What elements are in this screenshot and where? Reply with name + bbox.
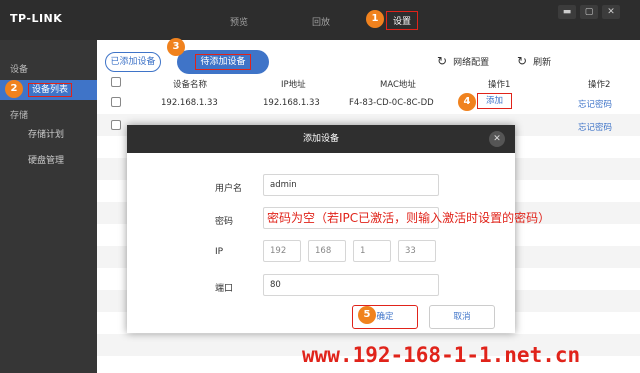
tab-playback[interactable]: 回放	[312, 15, 330, 28]
mac-cell: F4-83-CD-0C-8C-DD	[349, 98, 434, 108]
network-config-label: 网络配置	[453, 58, 490, 68]
table-row: 192.168.1.33 192.168.1.33 F4-83-CD-0C-8C…	[97, 91, 640, 113]
add-link-label: 添加	[477, 93, 513, 109]
cancel-button[interactable]: 取消	[429, 305, 495, 329]
header-device-name: 设备名称	[173, 80, 208, 90]
add-device-link[interactable]: 添加	[477, 93, 513, 109]
added-devices-tab[interactable]: 已添加设备	[105, 52, 161, 72]
header-op1: 操作1	[488, 80, 511, 90]
sidebar-item-disk-management[interactable]: 硬盘管理	[0, 151, 97, 171]
ip-octet-1-input[interactable]: 192	[263, 240, 301, 262]
header-ip: IP地址	[281, 80, 306, 90]
port-input[interactable]: 80	[263, 274, 439, 296]
network-config-button[interactable]: ↻ 网络配置	[437, 54, 489, 68]
close-icon[interactable]: ✕	[489, 131, 505, 147]
refresh-label: 刷新	[533, 58, 552, 68]
app-logo: TP-LINK	[10, 12, 63, 25]
forgot-password-link[interactable]: 忘记密码	[578, 121, 612, 133]
sidebar-group-device: 设备	[10, 65, 29, 75]
username-label: 用户名	[215, 184, 243, 194]
password-label: 密码	[215, 217, 234, 227]
add-device-dialog: 添加设备 ✕ 用户名 admin 密码 密码为空（若IPC已激活，则输入激活时设…	[127, 125, 550, 333]
minimize-button[interactable]: ▬	[558, 5, 576, 19]
row-checkbox[interactable]	[111, 120, 121, 130]
ip-octet-2-input[interactable]: 168	[308, 240, 346, 262]
username-input[interactable]: admin	[263, 174, 439, 196]
sidebar-item-label: 设备列表	[28, 83, 73, 97]
step-marker-2: 2	[5, 80, 23, 98]
step-marker-5: 5	[358, 306, 376, 324]
pending-devices-label: 待添加设备	[195, 54, 251, 70]
refresh-button[interactable]: ↻ 刷新	[517, 54, 551, 68]
sidebar-group-storage: 存储	[10, 111, 29, 121]
refresh-icon: ↻	[517, 54, 528, 68]
step-marker-3: 3	[167, 38, 185, 56]
ip-cell: 192.168.1.33	[263, 98, 320, 108]
select-all-checkbox[interactable]	[111, 77, 121, 87]
password-hint: 密码为空（若IPC已激活，则输入激活时设置的密码）	[267, 211, 551, 225]
forgot-password-link[interactable]: 忘记密码	[578, 98, 612, 110]
sidebar-item-storage-plan[interactable]: 存储计划	[0, 125, 97, 145]
step-marker-1: 1	[366, 10, 384, 28]
title-bar: TP-LINK 预览 回放 设置 ▬ ▢ ✕	[0, 0, 640, 40]
maximize-button[interactable]: ▢	[580, 5, 598, 19]
refresh-cycle-icon: ↻	[437, 54, 448, 68]
pending-devices-tab[interactable]: 待添加设备	[177, 50, 269, 74]
row-checkbox[interactable]	[111, 97, 121, 107]
site-watermark: www.192-168-1-1.net.cn	[302, 343, 581, 367]
header-mac: MAC地址	[380, 80, 416, 90]
step-marker-4: 4	[458, 93, 476, 111]
ip-label: IP	[215, 247, 224, 257]
tab-settings[interactable]: 设置	[386, 11, 419, 30]
table-header: 设备名称 IP地址 MAC地址 操作1 操作2	[97, 76, 640, 90]
device-name-cell: 192.168.1.33	[161, 98, 218, 108]
header-op2: 操作2	[588, 80, 611, 90]
dialog-title: 添加设备	[127, 125, 515, 153]
ip-octet-3-input[interactable]: 1	[353, 240, 391, 262]
ip-octet-4-input[interactable]: 33	[398, 240, 436, 262]
port-label: 端口	[215, 284, 234, 294]
tab-preview[interactable]: 预览	[230, 15, 248, 28]
close-window-button[interactable]: ✕	[602, 5, 620, 19]
